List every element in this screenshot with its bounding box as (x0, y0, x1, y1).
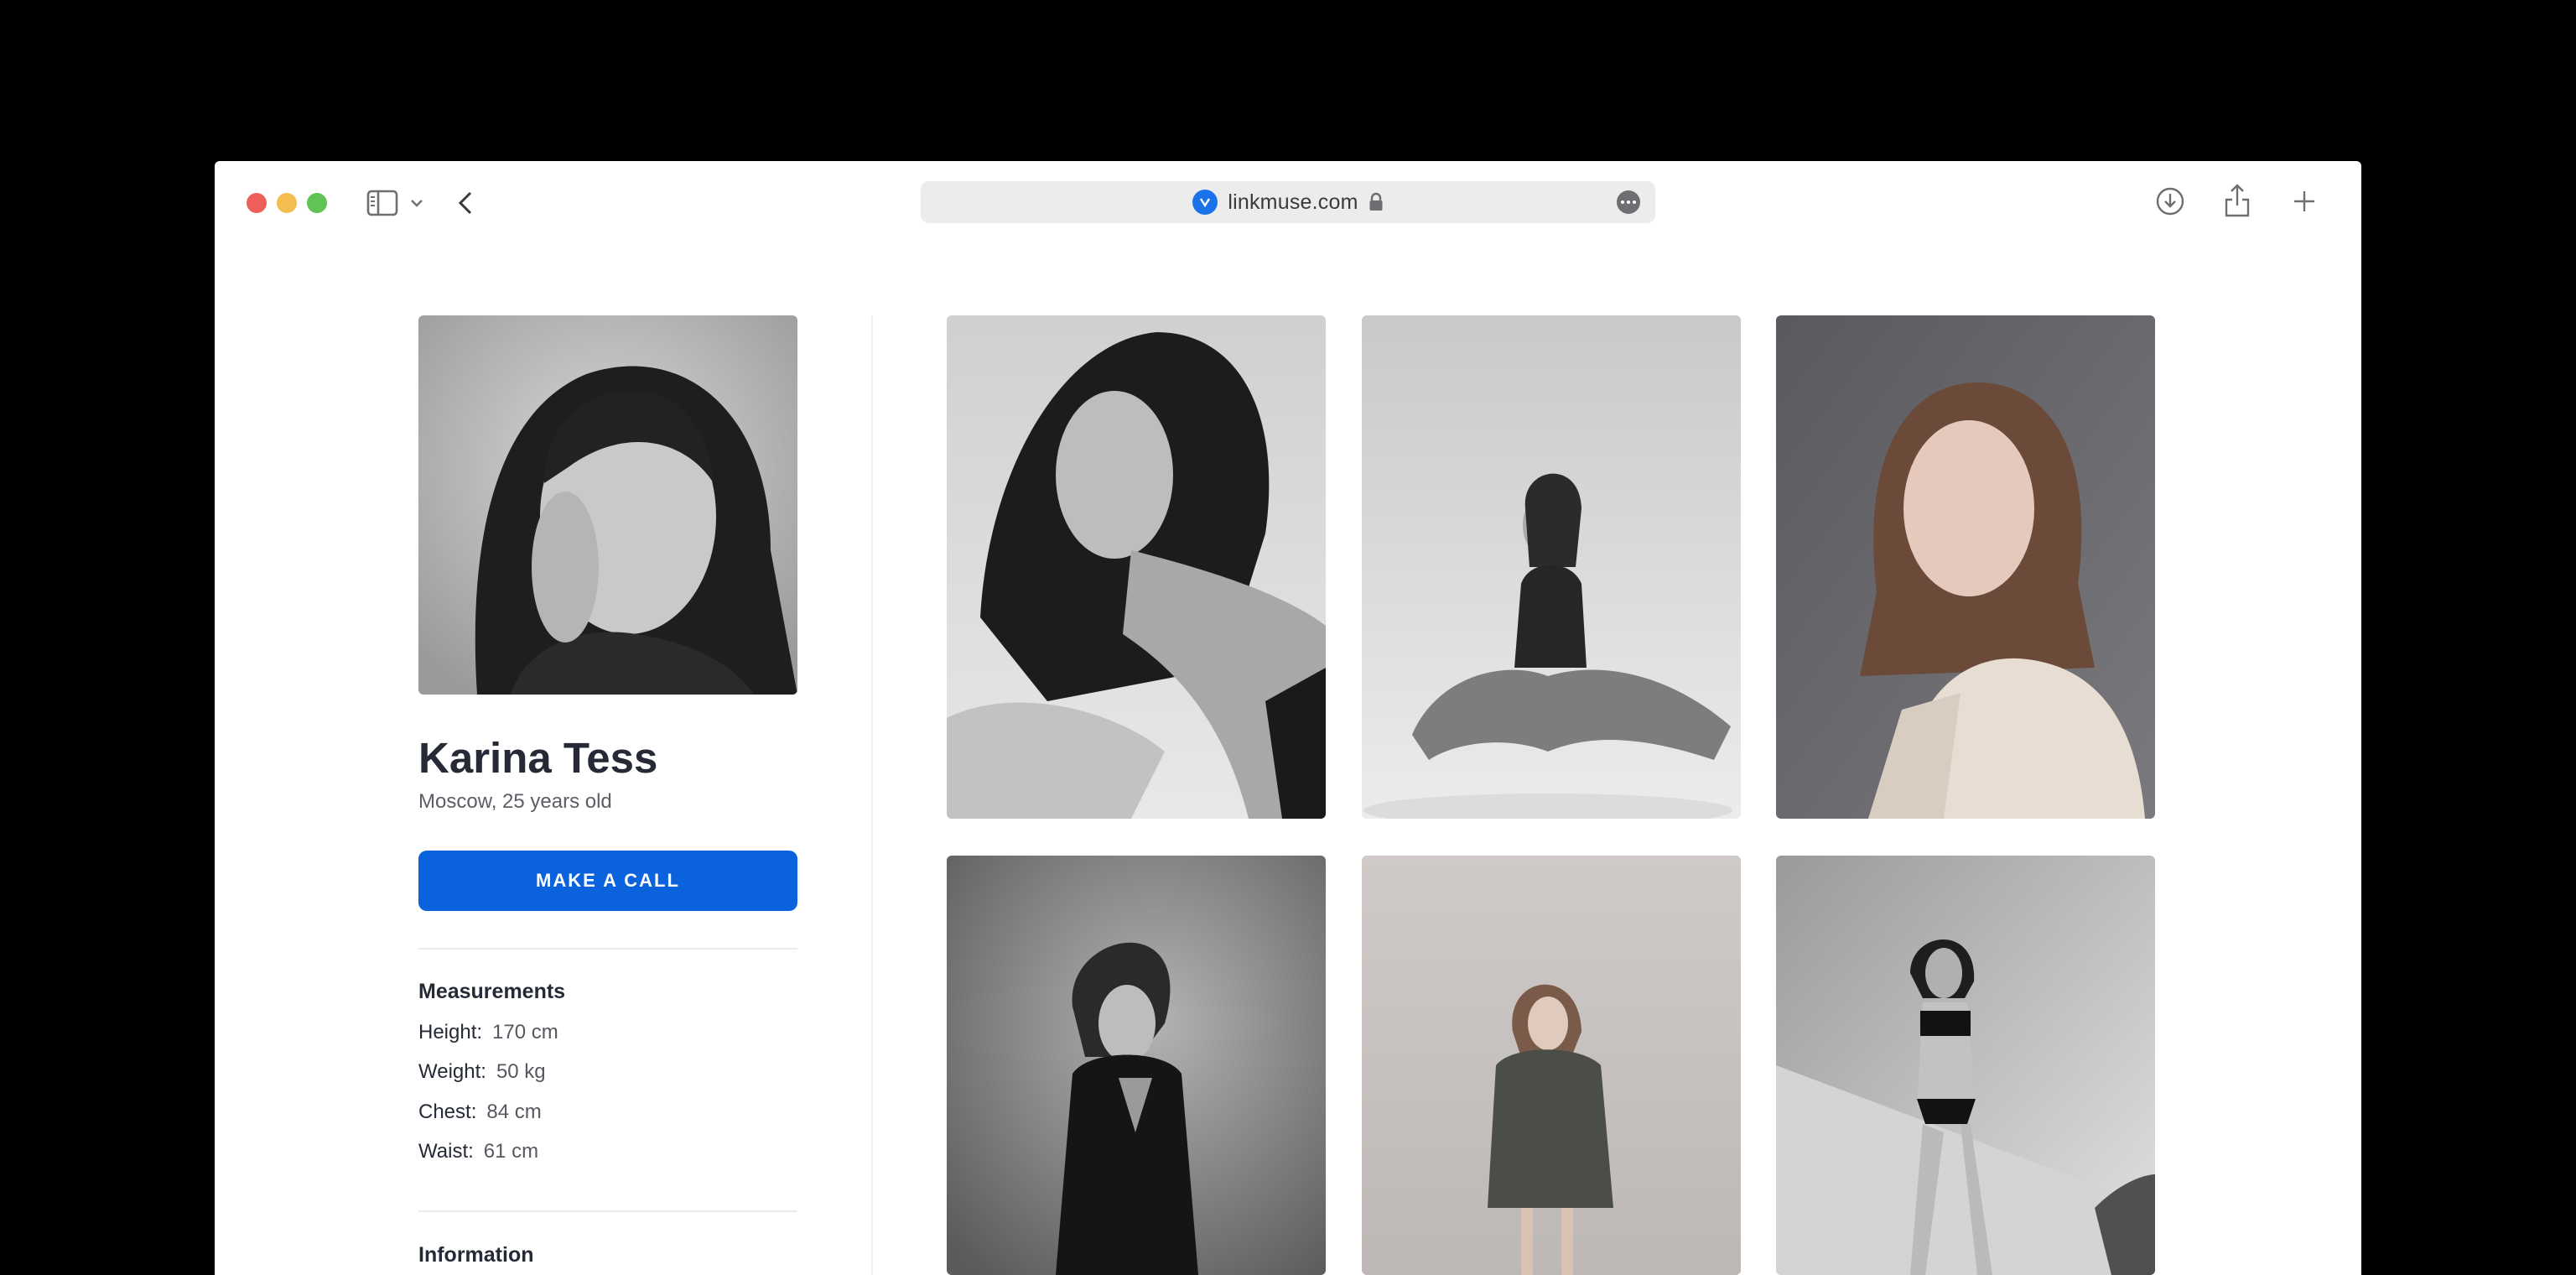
information-heading: Information (418, 1243, 534, 1267)
chevron-down-icon[interactable] (408, 191, 426, 215)
measurement-row-chest: Chest: 84 cm (418, 1101, 542, 1124)
gallery-photo[interactable] (1776, 315, 2155, 819)
share-icon[interactable] (2220, 181, 2254, 220)
back-arrow-icon[interactable] (454, 186, 476, 220)
gallery-photo[interactable] (1362, 315, 1741, 819)
site-favicon-icon (1192, 190, 1218, 215)
divider (418, 948, 797, 950)
measurement-label: Weight: (418, 1060, 486, 1083)
measurement-value: 170 cm (492, 1021, 558, 1043)
gallery-photo[interactable] (947, 856, 1326, 1275)
measurements-heading: Measurements (418, 980, 566, 1003)
divider (418, 1210, 797, 1212)
profile-location-age: Moscow, 25 years old (418, 790, 612, 813)
minimize-window-button[interactable] (277, 193, 297, 213)
measurement-value: 50 kg (496, 1060, 546, 1083)
measurement-row-waist: Waist: 61 cm (418, 1140, 538, 1163)
zoom-window-button[interactable] (307, 193, 327, 213)
measurement-row-weight: Weight: 50 kg (418, 1060, 546, 1084)
measurement-row-height: Height: 170 cm (418, 1021, 558, 1044)
column-separator (871, 315, 873, 1275)
gallery-photo[interactable] (1776, 856, 2155, 1275)
close-window-button[interactable] (247, 193, 267, 213)
make-a-call-button[interactable]: MAKE A CALL (418, 851, 797, 911)
measurement-label: Height: (418, 1021, 483, 1043)
gallery-photo[interactable] (1362, 856, 1741, 1275)
address-url: linkmuse.com (1228, 190, 1358, 214)
measurement-label: Chest: (418, 1101, 477, 1123)
profile-photo[interactable] (418, 315, 797, 695)
download-icon[interactable] (2153, 185, 2187, 218)
sidebar-toggle-icon[interactable] (366, 188, 399, 218)
gallery-photo[interactable] (947, 315, 1326, 819)
measurement-label: Waist: (418, 1140, 474, 1163)
profile-page: Karina Tess Moscow, 25 years old MAKE A … (215, 248, 2361, 1275)
page-menu-icon[interactable] (1617, 190, 1640, 214)
lock-icon (1368, 192, 1384, 212)
profile-name: Karina Tess (418, 734, 658, 782)
measurement-value: 61 cm (483, 1140, 539, 1163)
browser-window: linkmuse.com Karina Tess Moscow, 25 year… (215, 161, 2361, 1275)
address-content: linkmuse.com (921, 181, 1655, 223)
browser-toolbar: linkmuse.com (215, 161, 2361, 248)
address-bar[interactable]: linkmuse.com (921, 181, 1655, 223)
measurement-value: 84 cm (486, 1101, 542, 1123)
new-tab-plus-icon[interactable] (2288, 185, 2321, 218)
